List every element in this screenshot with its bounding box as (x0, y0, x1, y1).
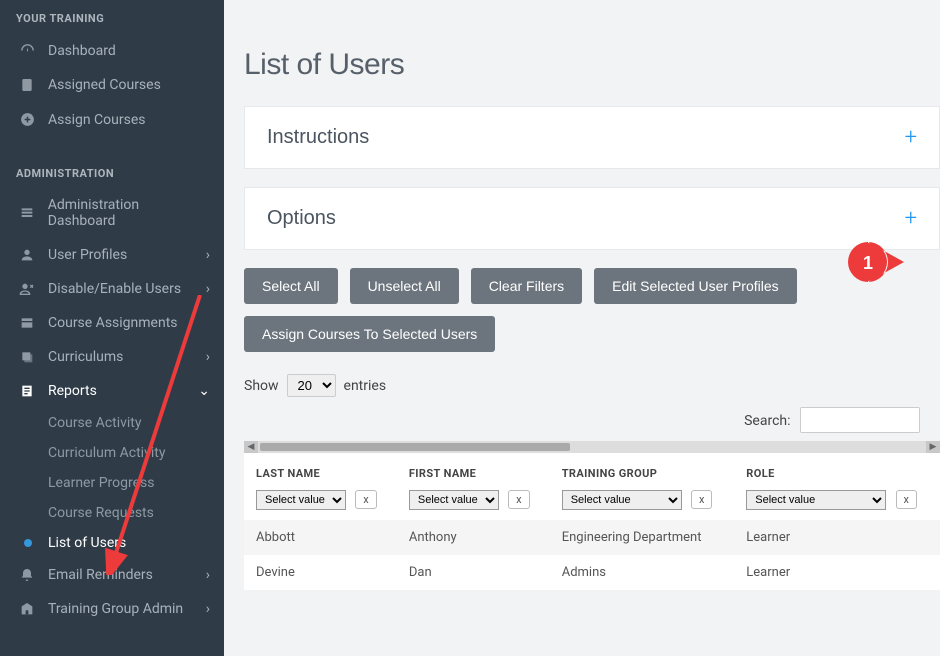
sidebar-item-reports[interactable]: Reports ⌄ (0, 374, 224, 408)
entries-select[interactable]: 20 (287, 374, 336, 397)
options-panel: Options + (244, 187, 940, 250)
sidebar-sub-curriculum-activity[interactable]: Curriculum Activity (48, 438, 224, 468)
sidebar-reports-submenu: Course Activity Curriculum Activity Lear… (0, 408, 224, 558)
chevron-down-icon: ⌄ (198, 383, 210, 399)
sidebar-item-curriculums[interactable]: Curriculums › (0, 340, 224, 374)
sidebar-item-label: Course Assignments (48, 315, 178, 331)
sidebar-item-email-reminders[interactable]: Email Reminders › (0, 558, 224, 592)
assign-courses-button[interactable]: Assign Courses To Selected Users (244, 316, 495, 352)
user-icon (16, 247, 38, 263)
table-row[interactable]: Devine Dan Admins Learner (244, 555, 940, 590)
user-x-icon (16, 281, 38, 297)
cell-role: Learner (734, 520, 940, 555)
chevron-right-icon: › (206, 281, 210, 297)
bell-icon (16, 567, 38, 583)
plus-icon: + (905, 125, 917, 150)
filter-clear-first-name[interactable]: x (508, 490, 529, 509)
filter-role[interactable]: Select value (746, 490, 886, 510)
filter-first-name[interactable]: Select value (409, 490, 499, 510)
scroll-right-icon[interactable]: ▶ (926, 441, 940, 453)
sidebar-item-label: Reports (48, 383, 97, 399)
sidebar-item-label: Assign Courses (48, 112, 146, 128)
entries-row: Show 20 entries (244, 374, 940, 397)
cell-training-group: Admins (550, 555, 735, 590)
search-input[interactable] (800, 407, 920, 433)
sidebar-sub-course-requests[interactable]: Course Requests (48, 498, 224, 528)
sidebar-item-dashboard[interactable]: Dashboard (0, 33, 224, 68)
sidebar-item-label: Dashboard (48, 43, 116, 59)
options-panel-title: Options (267, 207, 336, 230)
unselect-all-button[interactable]: Unselect All (350, 268, 459, 304)
instructions-panel-title: Instructions (267, 126, 369, 149)
select-all-button[interactable]: Select All (244, 268, 338, 304)
sidebar: YOUR TRAINING Dashboard Assigned Courses… (0, 0, 224, 656)
horizontal-scrollbar[interactable]: ◀ ▶ (244, 441, 940, 453)
sidebar-sub-list-of-users[interactable]: List of Users (48, 528, 224, 558)
cell-first-name: Dan (397, 555, 550, 590)
chevron-right-icon: › (206, 349, 210, 365)
filter-clear-last-name[interactable]: x (355, 490, 376, 509)
cell-role: Learner (734, 555, 940, 590)
options-panel-header[interactable]: Options + (245, 188, 939, 249)
sidebar-item-label: Administration Dashboard (48, 197, 208, 229)
chevron-right-icon: › (206, 247, 210, 263)
search-label: Search: (744, 413, 790, 429)
sidebar-item-admin-dashboard[interactable]: Administration Dashboard (0, 188, 224, 238)
sidebar-sub-course-activity[interactable]: Course Activity (48, 408, 224, 438)
sidebar-item-label: Assigned Courses (48, 77, 161, 93)
filter-clear-training-group[interactable]: x (691, 490, 712, 509)
col-first-name[interactable]: FIRST NAME (397, 453, 550, 486)
sidebar-sub-learner-progress[interactable]: Learner Progress (48, 468, 224, 498)
filter-training-group[interactable]: Select value (562, 490, 682, 510)
sidebar-item-training-group-admin[interactable]: Training Group Admin › (0, 592, 224, 626)
sidebar-section-your-training: YOUR TRAINING (0, 0, 224, 33)
stack-icon (16, 349, 38, 365)
sidebar-item-label: Disable/Enable Users (48, 281, 181, 297)
edit-selected-button[interactable]: Edit Selected User Profiles (594, 268, 797, 304)
scrollbar-thumb[interactable] (260, 443, 570, 451)
building-icon (16, 601, 38, 617)
instructions-panel: Instructions + (244, 106, 940, 169)
sidebar-item-assigned-courses[interactable]: Assigned Courses (0, 68, 224, 102)
sidebar-item-label: Curriculums (48, 349, 123, 365)
chevron-right-icon: › (206, 567, 210, 583)
instructions-panel-header[interactable]: Instructions + (245, 107, 939, 168)
sidebar-item-label: Email Reminders (48, 567, 153, 583)
search-row: Search: (244, 407, 920, 433)
page-title: List of Users (224, 0, 940, 106)
list-icon (16, 205, 38, 221)
plus-icon: + (905, 206, 917, 231)
col-role[interactable]: ROLE (734, 453, 940, 486)
layers-icon (16, 315, 38, 331)
show-label: Show (244, 378, 279, 394)
sidebar-item-disable-enable-users[interactable]: Disable/Enable Users › (0, 272, 224, 306)
toolbar: Select All Unselect All Clear Filters Ed… (244, 268, 940, 364)
filter-last-name[interactable]: Select value (256, 490, 346, 510)
sidebar-item-user-profiles[interactable]: User Profiles › (0, 238, 224, 272)
plus-circle-icon (16, 111, 38, 128)
clear-filters-button[interactable]: Clear Filters (471, 268, 582, 304)
filter-clear-role[interactable]: x (896, 490, 917, 509)
sidebar-item-label: Training Group Admin (48, 601, 183, 617)
scroll-left-icon[interactable]: ◀ (244, 441, 258, 453)
col-last-name[interactable]: LAST NAME (244, 453, 397, 486)
sidebar-item-assign-courses[interactable]: Assign Courses (0, 102, 224, 137)
cell-last-name: Devine (244, 555, 397, 590)
sidebar-section-administration: ADMINISTRATION (0, 155, 224, 188)
clipboard-icon (16, 77, 38, 93)
chevron-right-icon: › (206, 601, 210, 617)
table-row[interactable]: Abbott Anthony Engineering Department Le… (244, 520, 940, 555)
users-table: LAST NAME FIRST NAME TRAINING GROUP ROLE… (244, 453, 940, 590)
cell-training-group: Engineering Department (550, 520, 735, 555)
report-icon (16, 383, 38, 399)
table-wrap: ◀ ▶ LAST NAME FIRST NAME TRAINING GROUP … (244, 441, 940, 590)
sidebar-item-course-assignments[interactable]: Course Assignments (0, 306, 224, 340)
speedometer-icon (16, 42, 38, 59)
col-training-group[interactable]: TRAINING GROUP (550, 453, 735, 486)
cell-first-name: Anthony (397, 520, 550, 555)
entries-label: entries (344, 378, 387, 394)
main-content: List of Users Instructions + Options + S… (224, 0, 940, 656)
cell-last-name: Abbott (244, 520, 397, 555)
sidebar-item-label: User Profiles (48, 247, 127, 263)
